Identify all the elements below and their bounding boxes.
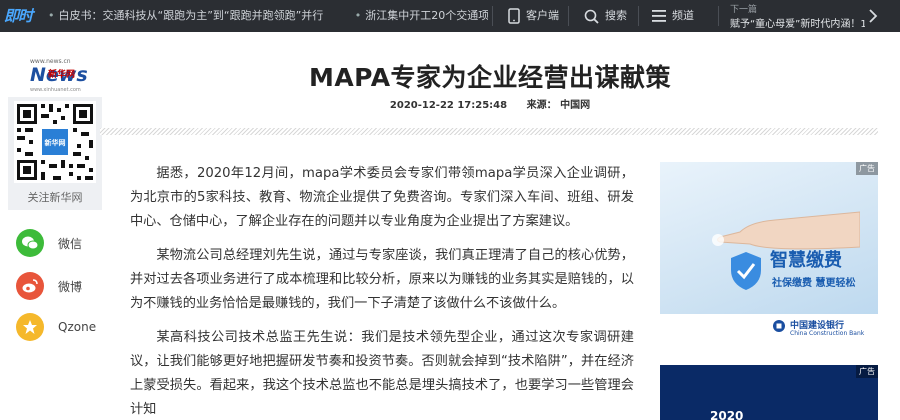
chevron-right-icon[interactable] — [868, 8, 878, 24]
news-ticker: • 白皮书：交通科技从“跟跑为主”到“跟跑并跑领跑”并行 • 浙江集中开工20个交通… — [48, 0, 488, 32]
client-button[interactable]: 客户端 — [508, 0, 559, 32]
divider — [568, 6, 569, 26]
ad-banner-second[interactable]: 广告 2020 — [660, 365, 878, 420]
phone-icon — [508, 8, 520, 24]
share-qzone-button[interactable]: Qzone — [16, 313, 96, 341]
article-paragraph: 某高科技公司技术总监王先生说：我们是技术领先型企业，通过这次专家调研建议，让我们… — [130, 330, 634, 417]
ad-subline: 社保缴费 慧更轻松 — [772, 278, 856, 289]
ad-banner-ccb[interactable]: 广告 智慧缴费 社保缴费 慧更轻松 中国建设银行 China Construct… — [660, 162, 878, 342]
xinhua-logo[interactable]: www.news.cn News 新华网 www.xinhuanet.com — [30, 58, 88, 94]
menu-icon — [652, 10, 666, 22]
next-article-link[interactable]: 下一篇 赋予“童心母爱”新时代内涵！13... — [730, 2, 880, 30]
header-divider — [100, 128, 878, 135]
shield-check-icon — [731, 252, 761, 290]
next-article-label: 下一篇 — [730, 5, 758, 15]
share-weibo-button[interactable]: 微博 — [16, 272, 82, 300]
qr-center-label: 新华网 — [45, 138, 66, 147]
ticker-item[interactable]: • 白皮书：交通科技从“跟跑为主”到“跟跑并跑领跑”并行 — [48, 9, 337, 22]
wechat-icon — [16, 229, 44, 257]
ad-headline: 智慧缴费 — [770, 250, 842, 271]
ad-year: 2020 — [710, 409, 744, 420]
ad-tag: 广告 — [856, 162, 878, 175]
top-bar: 即时 • 白皮书：交通科技从“跟跑为主”到“跟跑并跑领跑”并行 • 浙江集中开工20… — [0, 0, 900, 32]
article-paragraph: 据悉，2020年12月间，mapa学术委员会专家们带领mapa学员深入企业调研，… — [130, 166, 634, 229]
article-paragraph: 某物流公司总经理刘先生说，通过与专家座谈，我们真正理清了自己的核心优势，并对过去… — [130, 248, 634, 311]
divider — [492, 6, 493, 26]
qzone-icon — [16, 313, 44, 341]
ccb-logo-icon — [773, 320, 785, 332]
weibo-icon — [16, 272, 44, 300]
jishi-logo[interactable]: 即时 — [4, 4, 38, 28]
divider — [718, 6, 719, 26]
article-body: 据悉，2020年12月间，mapa学术委员会专家们带领mapa学员深入企业调研，… — [130, 162, 634, 420]
follow-caption: 关注新华网 — [27, 191, 83, 204]
qr-code-icon: 新华网 — [14, 101, 96, 183]
ad-footer — [660, 314, 878, 342]
ad-bank-name-en: China Construction Bank — [790, 330, 865, 337]
channel-button[interactable]: 频道 — [652, 0, 694, 32]
next-article-title[interactable]: 赋予“童心母爱”新时代内涵！13... — [730, 15, 865, 30]
divider — [638, 6, 639, 26]
search-icon — [584, 9, 599, 24]
bullet-icon: • — [354, 9, 362, 22]
qr-panel: 新华网 关注新华网 — [8, 97, 102, 210]
article-source: 来源： 中国网 — [526, 100, 591, 111]
article-meta: 2020-12-22 17:25:48 来源： 中国网 — [190, 96, 790, 111]
ticker-item[interactable]: •浙江集中开工20个交通项目 总投 — [355, 9, 488, 22]
article-title: MAPA专家为企业经营出谋献策 — [308, 63, 672, 92]
bullet-icon: • — [48, 9, 55, 22]
search-button[interactable]: 搜索 — [584, 0, 627, 32]
article-datetime: 2020-12-22 17:25:48 — [389, 100, 508, 111]
share-wechat-button[interactable]: 微信 — [16, 229, 82, 257]
ad-tag: 广告 — [856, 365, 878, 378]
